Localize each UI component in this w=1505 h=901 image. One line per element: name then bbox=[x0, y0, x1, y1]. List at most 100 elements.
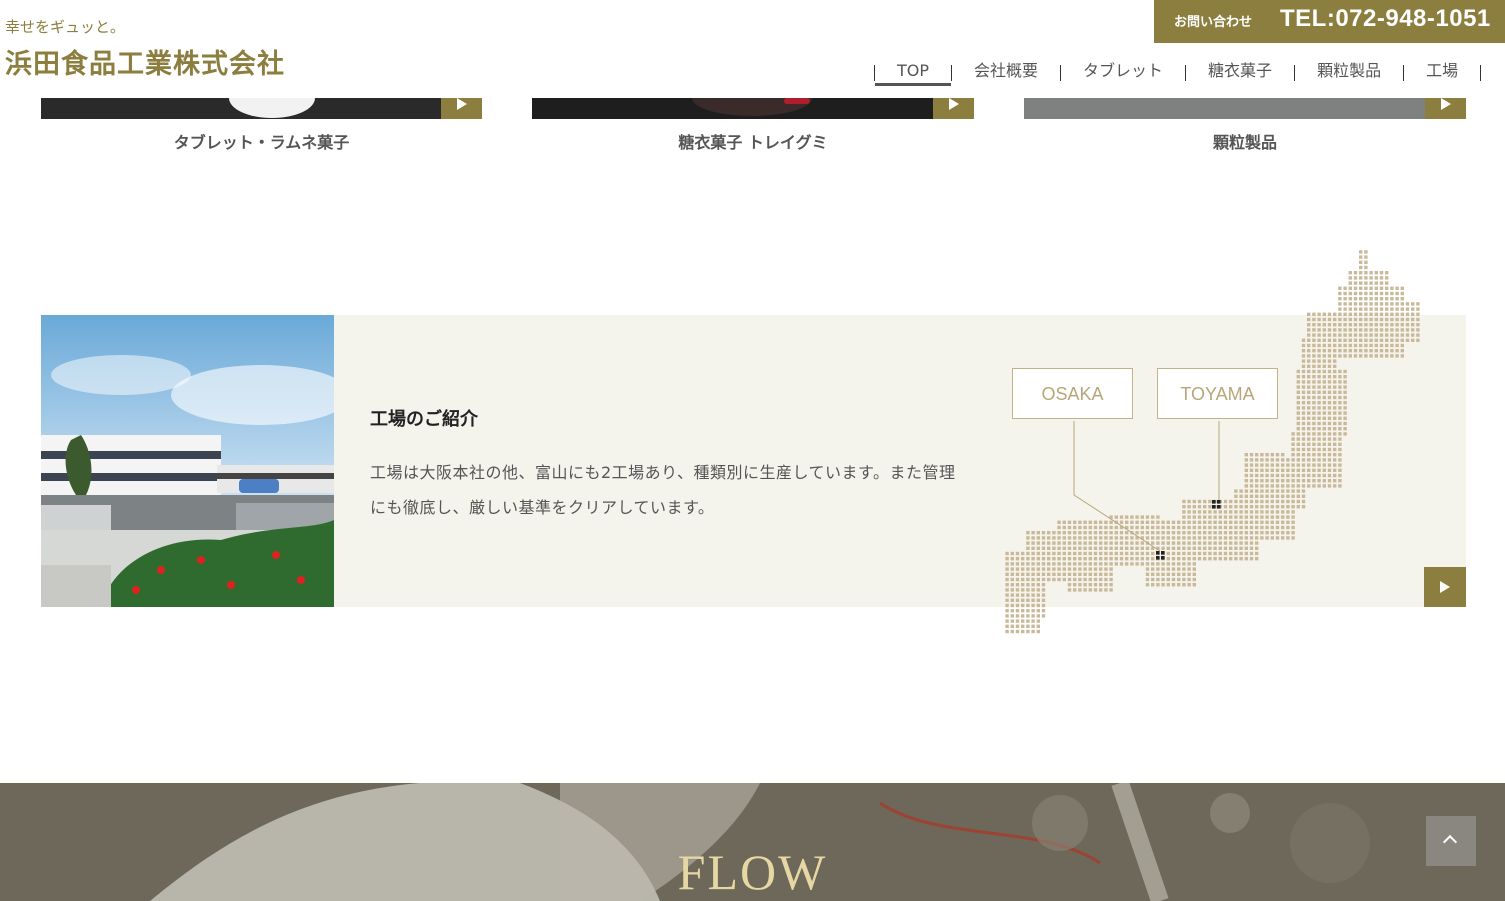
map-dot bbox=[1093, 541, 1098, 545]
map-dot bbox=[1374, 271, 1378, 275]
product-label-coated[interactable]: 糖衣菓子 トレイグミ bbox=[532, 129, 974, 153]
map-dot bbox=[1301, 338, 1306, 342]
tel-number[interactable]: TEL:072-948-1051 bbox=[1280, 5, 1491, 33]
map-dot bbox=[1182, 572, 1186, 576]
map-dot bbox=[1203, 557, 1207, 561]
map-dot bbox=[1265, 484, 1269, 488]
map-dot bbox=[1208, 541, 1212, 545]
map-dot bbox=[1405, 317, 1410, 322]
contact-box[interactable]: お問い合わせ TEL:072-948-1051 bbox=[1154, 0, 1505, 43]
map-dot bbox=[1359, 255, 1363, 259]
map-dot bbox=[1171, 536, 1176, 540]
map-dot bbox=[1281, 484, 1285, 488]
product-arrow-button[interactable] bbox=[441, 98, 482, 119]
map-dot bbox=[1343, 432, 1347, 436]
nav-item-granules[interactable]: 顆粒製品 bbox=[1295, 60, 1403, 86]
map-dot bbox=[1213, 525, 1217, 530]
map-dot bbox=[1416, 312, 1420, 316]
nav-item-tablet[interactable]: タブレット bbox=[1061, 60, 1185, 86]
map-dot bbox=[1322, 484, 1326, 488]
nav-item-company[interactable]: 会社概要 bbox=[952, 60, 1060, 86]
map-dot bbox=[1338, 343, 1342, 348]
product-image-tablet[interactable] bbox=[41, 98, 482, 119]
map-dot bbox=[1359, 291, 1363, 296]
map-dot bbox=[1109, 557, 1113, 561]
back-to-top-button[interactable] bbox=[1426, 816, 1476, 866]
product-image-coated[interactable] bbox=[532, 98, 974, 119]
map-dot bbox=[1270, 531, 1274, 535]
map-dot bbox=[1015, 557, 1020, 561]
map-dot bbox=[1192, 562, 1196, 566]
map-dot bbox=[1270, 525, 1274, 530]
map-dot bbox=[1379, 343, 1384, 348]
map-dot bbox=[1083, 583, 1087, 587]
map-dot bbox=[1364, 349, 1368, 353]
map-dot bbox=[1338, 437, 1342, 441]
play-icon bbox=[949, 98, 959, 110]
map-dot bbox=[1327, 354, 1332, 358]
map-dot bbox=[1249, 484, 1254, 488]
map-dot bbox=[1307, 411, 1311, 415]
map-dot bbox=[1333, 406, 1337, 410]
map-dot bbox=[1041, 546, 1046, 550]
nav-item-coated-candy[interactable]: 糖衣菓子 bbox=[1186, 60, 1294, 86]
map-dot bbox=[1281, 531, 1285, 535]
product-label-tablet[interactable]: タブレット・ラムネ菓子 bbox=[41, 129, 482, 153]
map-dot bbox=[1161, 572, 1165, 576]
product-arrow-button[interactable] bbox=[933, 98, 974, 119]
map-dot bbox=[1135, 515, 1139, 519]
map-dot bbox=[1312, 338, 1316, 342]
map-dot bbox=[1052, 567, 1056, 571]
map-dot bbox=[1052, 531, 1056, 535]
nav-item-factory[interactable]: 工場 bbox=[1404, 60, 1480, 86]
map-dot bbox=[1161, 562, 1165, 566]
map-dot bbox=[1307, 333, 1311, 337]
contact-label[interactable]: お問い合わせ bbox=[1174, 11, 1252, 30]
factory-title: 工場のご紹介 bbox=[370, 409, 478, 430]
map-dot bbox=[1322, 390, 1326, 394]
map-dot bbox=[1385, 271, 1389, 275]
map-dot bbox=[1156, 541, 1160, 545]
map-dot bbox=[1213, 531, 1217, 535]
map-dot bbox=[1249, 473, 1254, 478]
company-logo[interactable]: 浜田食品工業株式会社 bbox=[5, 42, 285, 81]
map-dot bbox=[1182, 499, 1186, 504]
map-dot bbox=[1327, 437, 1332, 441]
product-image-granules[interactable] bbox=[1024, 98, 1466, 119]
map-dot bbox=[1151, 536, 1155, 540]
product-label-granules[interactable]: 顆粒製品 bbox=[1024, 129, 1466, 153]
map-dot bbox=[1291, 463, 1295, 467]
map-dot bbox=[1249, 453, 1254, 457]
map-dot bbox=[1015, 583, 1020, 587]
map-dot bbox=[1005, 572, 1009, 576]
map-dot bbox=[1312, 349, 1316, 353]
map-dot bbox=[1301, 349, 1306, 353]
map-dot bbox=[1244, 536, 1248, 540]
map-dot bbox=[1239, 499, 1243, 504]
map-dot bbox=[1218, 515, 1222, 519]
product-arrow-button[interactable] bbox=[1425, 98, 1466, 119]
map-dot bbox=[1343, 395, 1347, 400]
map-dot bbox=[1405, 323, 1410, 327]
map-dot bbox=[1296, 489, 1300, 493]
map-dot bbox=[1359, 307, 1363, 311]
map-dot bbox=[1244, 494, 1248, 498]
map-dot bbox=[1114, 515, 1118, 519]
map-dot bbox=[1307, 437, 1311, 441]
map-dot bbox=[1073, 557, 1077, 561]
nav-item-top[interactable]: TOP bbox=[875, 60, 952, 86]
map-dot bbox=[1161, 577, 1165, 582]
map-dot bbox=[1010, 562, 1014, 566]
map-dot bbox=[1109, 583, 1113, 587]
map-dot bbox=[1244, 499, 1248, 504]
map-dot bbox=[1343, 343, 1347, 348]
map-dot bbox=[1015, 588, 1020, 592]
map-dot bbox=[1249, 546, 1254, 550]
map-dot bbox=[1239, 520, 1243, 524]
map-dot bbox=[1307, 323, 1311, 327]
map-dot bbox=[1416, 307, 1420, 311]
map-dot bbox=[1312, 328, 1316, 332]
map-dot bbox=[1265, 520, 1269, 524]
map-dot bbox=[1348, 338, 1352, 342]
play-icon bbox=[1441, 98, 1451, 110]
